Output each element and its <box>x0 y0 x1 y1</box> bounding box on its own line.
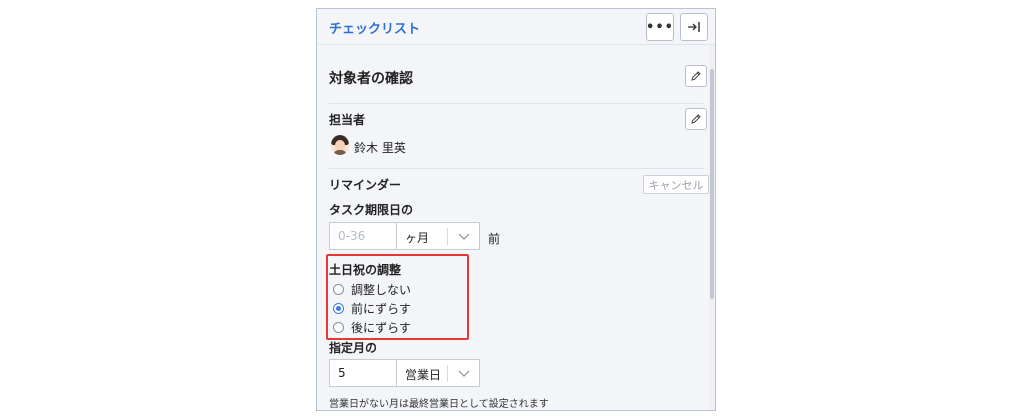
assignee-title: 担当者 <box>329 113 366 127</box>
radio-button[interactable] <box>333 302 344 314</box>
radio-label: 後にずらす <box>351 320 411 335</box>
panel-title: チェックリスト <box>329 22 421 37</box>
divider <box>329 103 703 104</box>
more-options-button[interactable]: ••• <box>646 13 674 41</box>
collapse-panel-button[interactable] <box>680 13 708 41</box>
business-day-number-input[interactable] <box>329 359 397 387</box>
panel-header: チェックリスト ••• <box>317 9 715 45</box>
reminder-cancel-button[interactable]: キャンセル <box>643 175 709 194</box>
holiday-adjust-title: 土日祝の調整 <box>329 263 402 277</box>
deadline-label: タスク期限日の <box>329 203 414 217</box>
reminder-number-input[interactable] <box>329 222 397 250</box>
edit-target-button[interactable] <box>685 65 707 87</box>
specified-month-label: 指定月の <box>329 341 378 355</box>
target-confirm-title: 対象者の確認 <box>329 71 413 87</box>
radio-shift-later[interactable]: 後にずらす <box>333 319 411 335</box>
assignee-name: 鈴木 里英 <box>354 141 406 155</box>
radio-no-adjust[interactable]: 調整しない <box>333 281 411 297</box>
pencil-icon <box>691 71 701 81</box>
pencil-icon <box>691 114 701 124</box>
business-day-unit-select[interactable]: 営業日 <box>396 359 480 387</box>
checklist-panel: チェックリスト ••• 対象者の確認 担当者 鈴木 里英 リマインダー キャンセ… <box>316 8 716 411</box>
before-label: 前 <box>488 232 501 246</box>
business-day-unit-value: 営業日 <box>405 368 442 382</box>
radio-button[interactable] <box>333 283 344 295</box>
reminder-unit-select[interactable]: ヶ月 <box>396 222 480 250</box>
radio-label: 調整しない <box>351 282 412 297</box>
more-horizontal-icon: ••• <box>646 19 674 35</box>
avatar <box>331 135 349 155</box>
radio-button[interactable] <box>333 321 344 333</box>
radio-shift-earlier[interactable]: 前にずらす <box>333 300 411 316</box>
reminder-title: リマインダー <box>329 178 402 192</box>
reminder-unit-value: ヶ月 <box>405 231 430 245</box>
collapse-right-icon <box>688 22 700 32</box>
radio-label: 前にずらす <box>351 301 411 316</box>
divider <box>329 168 703 169</box>
chevron-down-icon <box>458 233 470 240</box>
scrollbar-thumb[interactable] <box>710 69 714 299</box>
chevron-down-icon <box>458 370 470 377</box>
business-day-note: 営業日がない月は最終営業日として設定されます <box>329 399 549 410</box>
edit-assignee-button[interactable] <box>685 108 707 130</box>
